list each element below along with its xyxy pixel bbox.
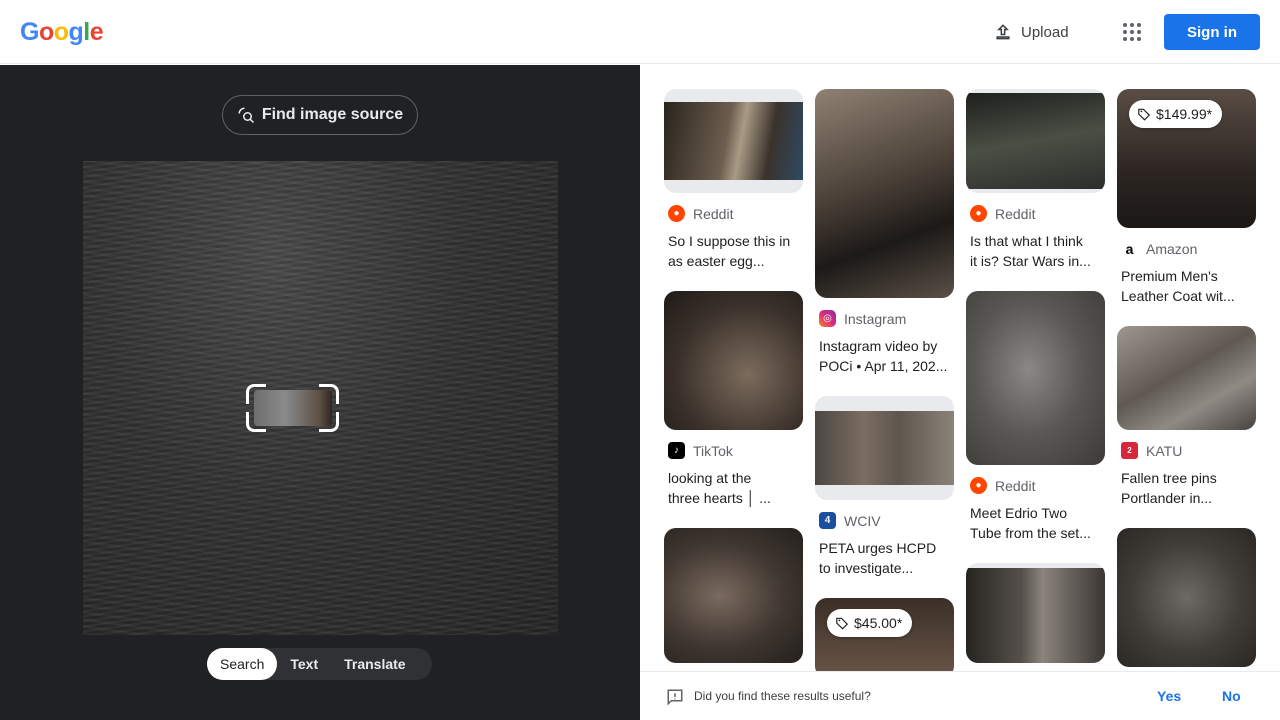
result-title[interactable]: PETA urges HCPD to investigate... — [819, 538, 954, 578]
source-name: Instagram — [844, 310, 907, 327]
crop-selection-box[interactable] — [246, 384, 339, 432]
title-line: to investigate... — [819, 560, 914, 576]
title-line: looking at the — [668, 470, 752, 486]
mode-translate-tab[interactable]: Translate — [331, 648, 418, 680]
price-text: $149.99* — [1156, 106, 1213, 122]
result-thumbnail[interactable] — [664, 291, 803, 430]
apps-grid-icon[interactable] — [1120, 20, 1144, 44]
source-name: Amazon — [1146, 240, 1198, 257]
title-line: Premium Men's — [1121, 268, 1218, 284]
feedback-no-button[interactable]: No — [1222, 688, 1241, 704]
source-name: KATU — [1146, 442, 1183, 459]
lens-mode-switcher: Search Text Translate — [207, 648, 432, 680]
logo-letter: o — [38, 18, 54, 46]
crop-handle[interactable] — [319, 384, 339, 404]
result-thumbnail[interactable] — [815, 89, 954, 298]
price-badge: $45.00* — [827, 609, 913, 637]
amazon-icon: a — [1121, 240, 1138, 257]
google-logo[interactable]: Google — [20, 18, 104, 47]
result-title[interactable]: looking at the three hearts │ ... — [668, 468, 803, 508]
result-source: ● Reddit — [668, 205, 733, 222]
price-badge: $149.99* — [1129, 100, 1223, 128]
result-thumbnail[interactable] — [664, 528, 803, 663]
find-image-source-button[interactable]: Find image source — [222, 95, 418, 135]
upload-button[interactable]: Upload — [993, 20, 1069, 44]
result-source: ♪ TikTok — [668, 442, 733, 459]
feedback-bar: Did you find these results useful? Yes N… — [640, 671, 1280, 720]
result-source: 4 WCIV — [819, 512, 881, 529]
source-name: Reddit — [693, 205, 734, 222]
source-name: Reddit — [995, 205, 1036, 222]
instagram-icon: ◎ — [819, 310, 836, 327]
result-thumbnail[interactable] — [664, 89, 803, 193]
feedback-yes-button[interactable]: Yes — [1157, 688, 1181, 704]
find-image-source-label: Find image source — [261, 106, 404, 123]
reddit-icon: ● — [970, 477, 987, 494]
source-name: WCIV — [844, 512, 881, 529]
title-line: Is that what I think — [970, 233, 1083, 249]
result-thumbnail[interactable] — [966, 89, 1105, 193]
reddit-icon: ● — [970, 205, 987, 222]
logo-letter: e — [89, 18, 104, 46]
source-name: Reddit — [995, 477, 1036, 494]
result-title[interactable]: Is that what I think it is? Star Wars in… — [970, 231, 1105, 271]
title-line: Fallen tree pins — [1121, 470, 1217, 486]
result-title[interactable]: Premium Men's Leather Coat wit... — [1121, 266, 1256, 306]
result-thumbnail[interactable] — [815, 396, 954, 500]
logo-letter: g — [68, 18, 84, 46]
top-bar: Google Upload Sign in — [0, 0, 1280, 64]
crop-handle[interactable] — [319, 412, 339, 432]
crop-handle[interactable] — [246, 412, 266, 432]
tag-icon — [1138, 108, 1151, 121]
result-thumbnail[interactable] — [1117, 326, 1256, 430]
feedback-icon — [667, 689, 683, 706]
image-search-icon — [238, 107, 254, 124]
title-line: Leather Coat wit... — [1121, 288, 1235, 304]
title-line: Tube from the set... — [970, 525, 1091, 541]
title-line: Instagram video by — [819, 338, 938, 354]
tag-icon — [836, 617, 849, 630]
result-source: a Amazon — [1121, 240, 1197, 257]
sign-in-button[interactable]: Sign in — [1164, 14, 1260, 50]
result-source: ● Reddit — [970, 205, 1035, 222]
result-title[interactable]: Meet Edrio Two Tube from the set... — [970, 503, 1105, 543]
title-line: Portlander in... — [1121, 490, 1213, 506]
mode-text-tab[interactable]: Text — [277, 648, 331, 680]
reddit-icon: ● — [668, 205, 685, 222]
title-line: So I suppose this in — [668, 233, 791, 249]
result-source: 2 KATU — [1121, 442, 1182, 459]
source-name: TikTok — [693, 442, 733, 459]
result-thumbnail[interactable] — [1117, 528, 1256, 667]
result-title[interactable]: So I suppose this in as easter egg... — [668, 231, 803, 271]
feedback-question: Did you find these results useful? — [694, 689, 871, 703]
upload-label: Upload — [1021, 23, 1069, 41]
result-thumbnail[interactable] — [966, 291, 1105, 465]
tiktok-icon: ♪ — [668, 442, 685, 459]
result-title[interactable]: Fallen tree pins Portlander in... — [1121, 468, 1256, 508]
title-line: PETA urges HCPD — [819, 540, 937, 556]
title-line: it is? Star Wars in... — [970, 253, 1091, 269]
title-line: Meet Edrio Two — [970, 505, 1068, 521]
logo-letter: G — [20, 18, 39, 46]
result-source: ● Reddit — [970, 477, 1035, 494]
mode-search-tab[interactable]: Search — [207, 648, 278, 680]
logo-letter: o — [53, 18, 69, 46]
crop-handle[interactable] — [246, 384, 266, 404]
title-line: three hearts │ ... — [668, 490, 771, 506]
katu-icon: 2 — [1121, 442, 1138, 459]
upload-icon — [996, 24, 1010, 40]
lens-image-pane: Find image source Search Text Translate — [0, 65, 640, 720]
title-line: POCi • Apr 11, 202... — [819, 358, 948, 374]
title-line: as easter egg... — [668, 253, 765, 269]
visual-matches-pane: ● Reddit So I suppose this in as easter … — [640, 65, 1280, 720]
result-source: ◎ Instagram — [819, 310, 906, 327]
uploaded-image[interactable] — [83, 161, 558, 635]
result-title[interactable]: Instagram video by POCi • Apr 11, 202... — [819, 336, 954, 376]
price-text: $45.00* — [854, 615, 903, 631]
wciv-icon: 4 — [819, 512, 836, 529]
result-thumbnail[interactable] — [966, 563, 1105, 663]
